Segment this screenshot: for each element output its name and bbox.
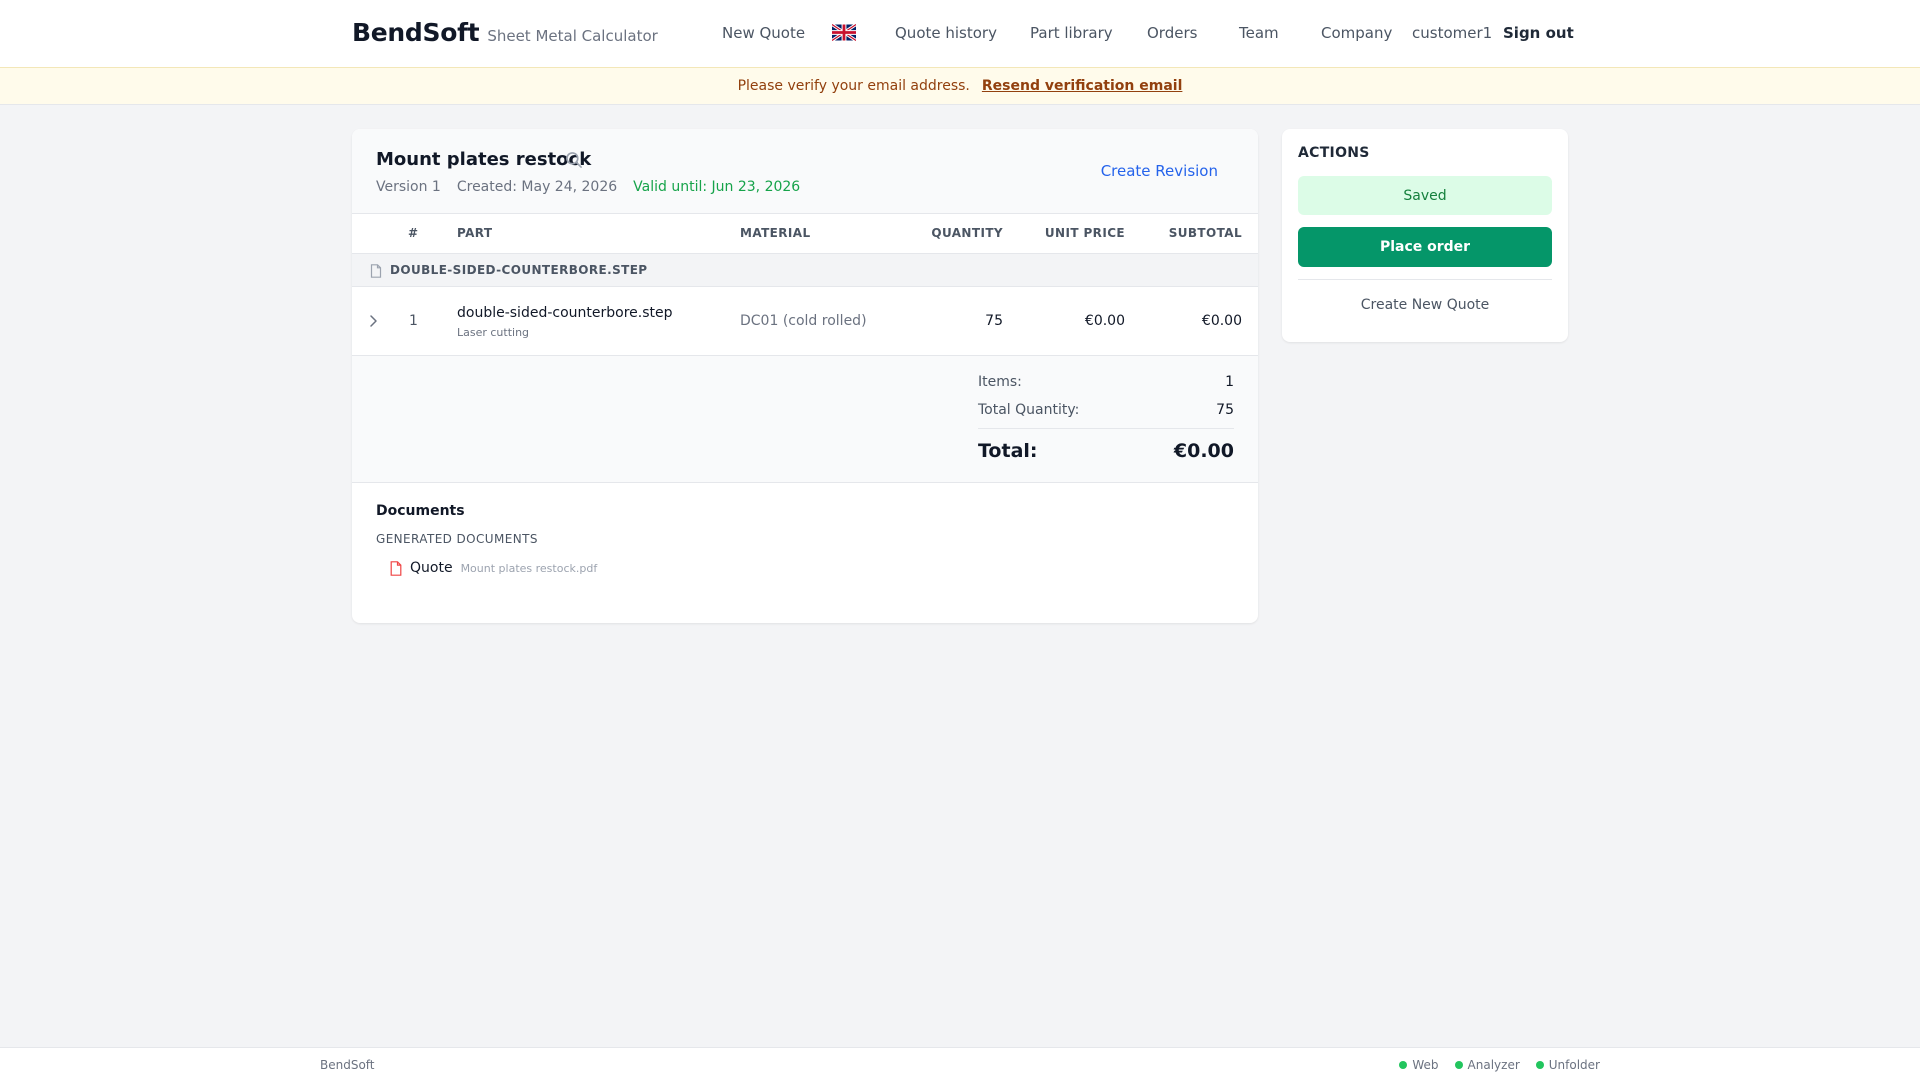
documents-title: Documents bbox=[376, 503, 465, 519]
summary-divider bbox=[978, 428, 1234, 429]
column-index: # bbox=[408, 226, 419, 240]
column-subtotal: SUBTOTAL bbox=[1168, 226, 1242, 240]
part-quantity: 75 bbox=[985, 313, 1003, 329]
quote-created: Created: May 24, 2026 bbox=[456, 179, 618, 195]
summary-items-label: Items: bbox=[978, 374, 1022, 390]
actions-divider bbox=[1298, 279, 1552, 280]
status-web: Web bbox=[1399, 1058, 1439, 1072]
table-header: # PART MATERIAL QUANTITY UNIT PRICE SUBT… bbox=[352, 214, 1258, 254]
summary-items: Items: 1 bbox=[978, 374, 1234, 390]
resend-verification-link[interactable]: Resend verification email bbox=[982, 78, 1183, 94]
nav-company[interactable]: Company bbox=[1321, 24, 1392, 42]
status-analyzer: Analyzer bbox=[1454, 1058, 1520, 1072]
generated-documents-label: GENERATED DOCUMENTS bbox=[376, 532, 538, 546]
nav-quote-history[interactable]: Quote history bbox=[895, 24, 997, 42]
service-status-list: Web Analyzer Unfolder bbox=[1399, 1058, 1600, 1072]
column-quantity: QUANTITY bbox=[931, 226, 1003, 240]
nav-user[interactable]: customer1 bbox=[1412, 24, 1492, 42]
status-dot-icon bbox=[1399, 1061, 1408, 1069]
sign-out-button[interactable]: Sign out bbox=[1503, 24, 1574, 42]
summary-total-quantity-label: Total Quantity: bbox=[978, 402, 1080, 418]
quote-title: Mount plates restock bbox=[376, 149, 592, 170]
part-subtotal: €0.00 bbox=[1201, 313, 1242, 329]
document-link-quote[interactable]: Quote Mount plates restock.pdf bbox=[390, 560, 1234, 576]
part-name: double-sided-counterbore.step bbox=[457, 305, 673, 321]
actions-title: ACTIONS bbox=[1298, 145, 1370, 161]
column-material: MATERIAL bbox=[740, 226, 811, 240]
main-nav: New Quote Quote history Part library Ord… bbox=[0, 0, 1920, 68]
quote-meta: Version 1 Created: May 24, 2026 Valid un… bbox=[376, 179, 800, 195]
quote-summary: Items: 1 Total Quantity: 75 Total: €0.00 bbox=[352, 356, 1258, 483]
summary-total-label: Total: bbox=[978, 440, 1038, 462]
status-dot-icon bbox=[1454, 1061, 1463, 1069]
file-group-name: DOUBLE-SIDED-COUNTERBORE.STEP bbox=[390, 263, 648, 277]
row-index: 1 bbox=[409, 313, 418, 329]
footer-brand: BendSoft bbox=[320, 1058, 375, 1072]
nav-part-library[interactable]: Part library bbox=[1030, 24, 1113, 42]
status-analyzer-label: Analyzer bbox=[1467, 1058, 1520, 1072]
status-dot-icon bbox=[1535, 1061, 1544, 1069]
footer: BendSoft Web Analyzer Unfolder bbox=[0, 1047, 1920, 1080]
summary-total-value: €0.00 bbox=[1173, 440, 1234, 462]
document-filename: Mount plates restock.pdf bbox=[460, 561, 598, 575]
table-row[interactable]: 1 double-sided-counterbore.step Laser cu… bbox=[352, 287, 1258, 356]
chevron-right-icon[interactable] bbox=[366, 313, 380, 329]
quote-card: Mount plates restock Version 1 Created: … bbox=[352, 129, 1258, 623]
search-icon[interactable] bbox=[564, 150, 584, 170]
part-process: Laser cutting bbox=[457, 326, 530, 339]
saved-status-badge: Saved bbox=[1298, 176, 1552, 215]
quote-version: Version 1 bbox=[376, 179, 441, 195]
create-revision-button[interactable]: Create Revision bbox=[1101, 162, 1218, 180]
banner-message: Please verify your email address. bbox=[737, 78, 970, 94]
document-label: Quote bbox=[410, 560, 453, 576]
summary-total-quantity-value: 75 bbox=[1216, 402, 1234, 418]
actions-panel: ACTIONS Saved Place order Create New Quo… bbox=[1282, 129, 1568, 342]
status-unfolder: Unfolder bbox=[1535, 1058, 1600, 1072]
nav-orders[interactable]: Orders bbox=[1147, 24, 1197, 42]
place-order-button[interactable]: Place order bbox=[1298, 227, 1552, 267]
summary-total-quantity: Total Quantity: 75 bbox=[978, 402, 1234, 418]
file-group-row: DOUBLE-SIDED-COUNTERBORE.STEP bbox=[352, 254, 1258, 287]
summary-items-value: 1 bbox=[1225, 374, 1234, 390]
uk-flag-icon[interactable] bbox=[832, 24, 856, 41]
file-icon bbox=[370, 264, 382, 278]
top-navigation-bar: BendSoft Sheet Metal Calculator New Quot… bbox=[0, 0, 1920, 68]
verify-email-banner: Please verify your email address. Resend… bbox=[0, 68, 1920, 105]
quote-valid-until: Valid until: Jun 23, 2026 bbox=[633, 179, 801, 195]
status-unfolder-label: Unfolder bbox=[1548, 1058, 1600, 1072]
documents-section: Documents GENERATED DOCUMENTS Quote Moun… bbox=[352, 483, 1258, 596]
status-web-label: Web bbox=[1412, 1058, 1439, 1072]
column-part: PART bbox=[457, 226, 493, 240]
quote-header: Mount plates restock Version 1 Created: … bbox=[352, 129, 1258, 214]
part-material: DC01 (cold rolled) bbox=[740, 313, 867, 329]
pdf-file-icon bbox=[390, 560, 402, 576]
create-new-quote-button[interactable]: Create New Quote bbox=[1298, 297, 1552, 313]
nav-team[interactable]: Team bbox=[1239, 24, 1279, 42]
nav-new-quote[interactable]: New Quote bbox=[722, 24, 805, 42]
part-unit-price: €0.00 bbox=[1084, 313, 1125, 329]
summary-total: Total: €0.00 bbox=[978, 440, 1234, 462]
column-unit-price: UNIT PRICE bbox=[1044, 226, 1125, 240]
